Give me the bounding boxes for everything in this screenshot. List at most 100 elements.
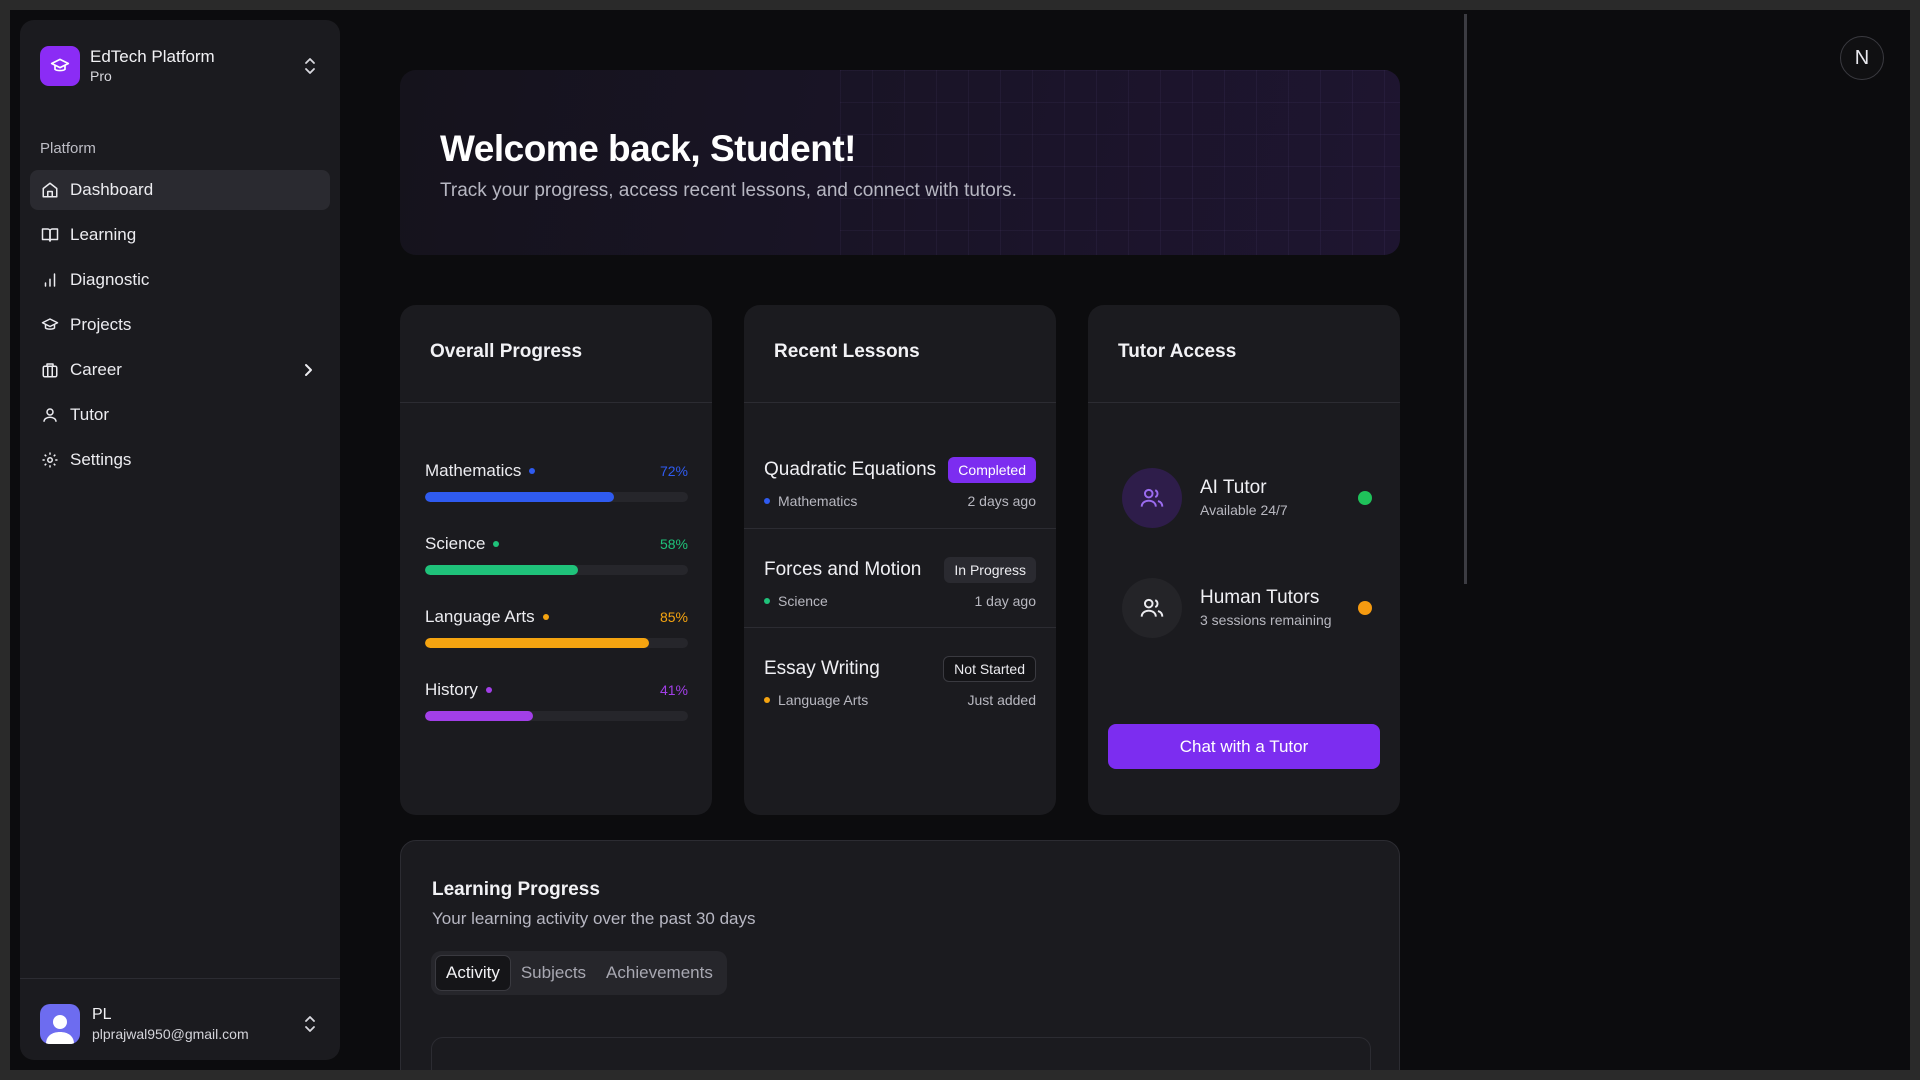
- tab-achievements[interactable]: Achievements: [596, 955, 723, 991]
- profile-avatar-button[interactable]: N: [1840, 36, 1884, 80]
- card-title: Overall Progress: [400, 305, 712, 403]
- sidebar-item-learning[interactable]: Learning: [30, 215, 330, 255]
- lesson-list: Quadratic Equations Completed Mathematic…: [744, 403, 1056, 727]
- chevron-right-icon: [300, 360, 316, 385]
- progress-bar: [425, 565, 688, 575]
- recent-lessons-card: Recent Lessons Quadratic Equations Compl…: [744, 305, 1056, 815]
- chevrons-up-down-icon: [300, 54, 320, 78]
- progress-bar-fill: [425, 492, 615, 502]
- subject-dot: [529, 468, 536, 474]
- lesson-subject: Mathematics: [778, 493, 858, 509]
- subject-name: History: [425, 680, 478, 699]
- app-window: EdTech Platform Pro Platform Dashboard L…: [10, 10, 1910, 1070]
- ai-tutor-item[interactable]: AI Tutor Available 24/7: [1122, 468, 1372, 528]
- sidebar-item-label: Dashboard: [70, 180, 154, 199]
- card-title: Recent Lessons: [744, 305, 1056, 403]
- briefcase-icon: [40, 360, 60, 380]
- subject-dot: [493, 541, 500, 547]
- availability-status-dot: [1358, 601, 1372, 615]
- sidebar-item-tutor[interactable]: Tutor: [30, 395, 330, 435]
- tutor-name: AI Tutor: [1200, 477, 1267, 498]
- lesson-subject: Science: [778, 593, 828, 609]
- subject-dot: [542, 614, 549, 620]
- tutor-access-card: Tutor Access AI Tutor Available 24/7 Hum…: [1088, 305, 1400, 815]
- sidebar-item-label: Settings: [70, 450, 132, 469]
- lesson-title: Forces and Motion: [764, 559, 922, 580]
- welcome-banner: Welcome back, Student! Track your progre…: [400, 70, 1400, 255]
- progress-item-science: Science 58%: [425, 533, 688, 606]
- human-tutors-item[interactable]: Human Tutors 3 sessions remaining: [1122, 578, 1372, 638]
- sidebar-item-settings[interactable]: Settings: [30, 440, 330, 480]
- page-title: Welcome back, Student!: [440, 128, 856, 169]
- home-icon: [40, 180, 60, 200]
- lesson-title: Essay Writing: [764, 658, 880, 679]
- graduation-cap-icon: [40, 315, 60, 335]
- grid-decoration: [840, 70, 1400, 255]
- progress-bar: [425, 638, 688, 648]
- subject-dot: [485, 687, 492, 693]
- subject-progress-list: Mathematics 72% Science 58% Language Art…: [425, 460, 688, 752]
- chat-with-tutor-button[interactable]: Chat with a Tutor: [1108, 724, 1380, 769]
- progress-item-mathematics: Mathematics 72%: [425, 460, 688, 533]
- page-subtitle: Track your progress, access recent lesso…: [440, 180, 1017, 201]
- status-badge: In Progress: [944, 557, 1036, 583]
- subject-dot: [764, 598, 770, 604]
- gear-icon: [40, 450, 60, 470]
- subject-percent: 72%: [659, 463, 688, 479]
- user-menu[interactable]: PL plprajwal950@gmail.com: [40, 1000, 320, 1048]
- lesson-subject: Language Arts: [778, 692, 869, 708]
- progress-item-history: History 41%: [425, 679, 688, 752]
- brand-plan: Pro: [90, 68, 112, 84]
- lesson-time: 1 day ago: [974, 593, 1037, 609]
- status-badge: Completed: [948, 457, 1036, 483]
- progress-bar-fill: [425, 565, 578, 575]
- lesson-item[interactable]: Essay Writing Not Started Language Arts …: [744, 628, 1056, 727]
- panel-subtitle: Your learning activity over the past 30 …: [432, 909, 756, 928]
- graduation-cap-logo-icon: [40, 46, 80, 86]
- progress-item-language-arts: Language Arts 85%: [425, 606, 688, 679]
- online-status-dot: [1358, 491, 1372, 505]
- lesson-item[interactable]: Forces and Motion In Progress Science 1 …: [744, 529, 1056, 628]
- lesson-title: Quadratic Equations: [764, 459, 937, 480]
- lesson-time: 2 days ago: [967, 493, 1037, 509]
- users-icon: [1122, 578, 1182, 638]
- sidebar-item-diagnostic[interactable]: Diagnostic: [30, 260, 330, 300]
- sidebar-item-label: Learning: [70, 225, 137, 244]
- tab-list: Activity Subjects Achievements: [431, 951, 727, 995]
- tab-activity[interactable]: Activity: [435, 955, 511, 991]
- panel-title: Learning Progress: [432, 879, 600, 900]
- sidebar-item-label: Career: [70, 360, 122, 379]
- subject-name: Language Arts: [425, 607, 535, 626]
- user-icon: [40, 405, 60, 425]
- sidebar: EdTech Platform Pro Platform Dashboard L…: [20, 20, 340, 1060]
- scrollbar[interactable]: [1464, 14, 1467, 584]
- sidebar-item-dashboard[interactable]: Dashboard: [30, 170, 330, 210]
- sidebar-divider: [20, 978, 340, 979]
- lesson-item[interactable]: Quadratic Equations Completed Mathematic…: [744, 403, 1056, 529]
- sidebar-item-projects[interactable]: Projects: [30, 305, 330, 345]
- tutor-detail: 3 sessions remaining: [1200, 612, 1332, 628]
- sidebar-item-career[interactable]: Career: [30, 350, 330, 390]
- subject-dot: [764, 498, 770, 504]
- brand-name: EdTech Platform: [90, 47, 215, 66]
- book-icon: [40, 225, 60, 245]
- nav-section-label: Platform: [40, 140, 96, 157]
- overall-progress-card: Overall Progress Mathematics 72% Science…: [400, 305, 712, 815]
- user-email: plprajwal950@gmail.com: [92, 1026, 249, 1042]
- sidebar-item-label: Tutor: [70, 405, 110, 424]
- subject-name: Science: [425, 534, 486, 553]
- progress-bar: [425, 492, 688, 502]
- bar-chart-icon: [40, 270, 60, 290]
- avatar: [40, 1004, 80, 1044]
- status-badge: Not Started: [943, 656, 1036, 682]
- tab-subjects[interactable]: Subjects: [511, 955, 596, 991]
- lesson-time: Just added: [967, 692, 1037, 708]
- tutor-detail: Available 24/7: [1200, 502, 1288, 518]
- users-icon: [1122, 468, 1182, 528]
- subject-name: Mathematics: [425, 461, 522, 480]
- subject-dot: [764, 697, 770, 703]
- workspace-switcher[interactable]: EdTech Platform Pro: [40, 44, 320, 88]
- learning-progress-panel: Learning Progress Your learning activity…: [400, 840, 1400, 1070]
- subject-percent: 85%: [659, 609, 688, 625]
- progress-bar-fill: [425, 711, 533, 721]
